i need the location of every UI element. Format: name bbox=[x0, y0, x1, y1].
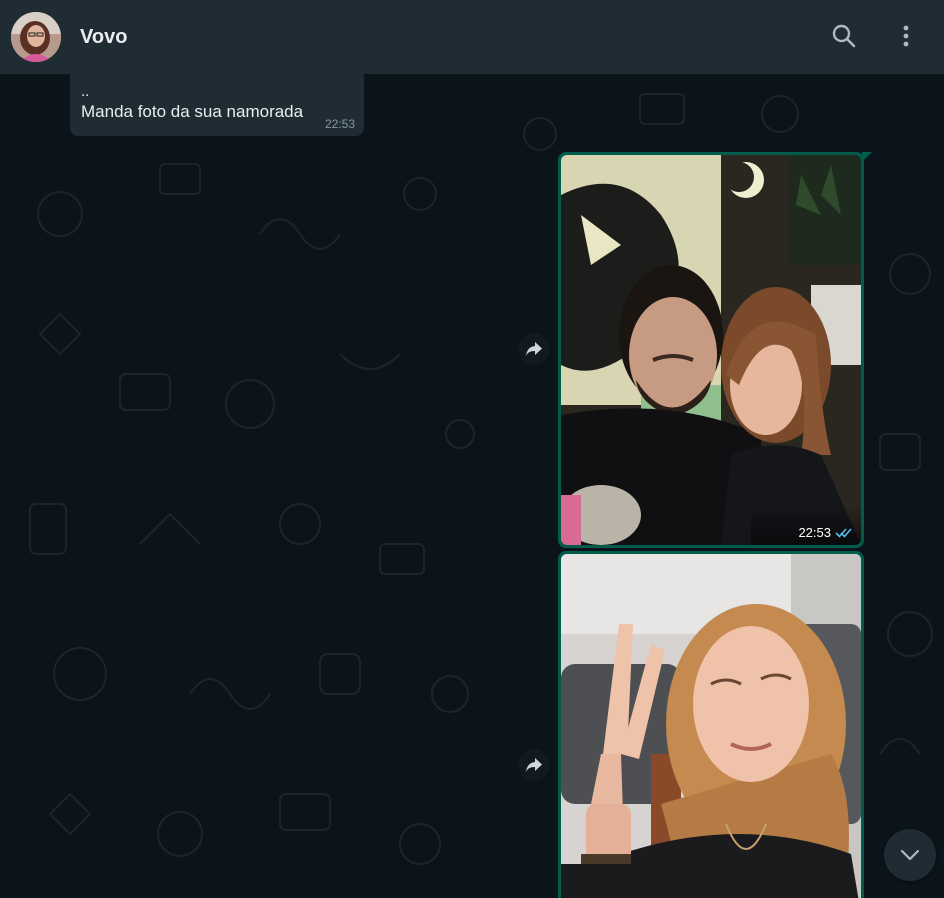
double-check-icon bbox=[835, 528, 852, 538]
chevron-down-icon bbox=[900, 849, 920, 861]
message-text: Manda foto da sua namorada bbox=[81, 102, 304, 121]
forward-icon bbox=[526, 758, 542, 772]
more-vertical-icon bbox=[903, 25, 909, 47]
image-thumbnail[interactable]: 22:53 bbox=[561, 155, 861, 545]
search-icon bbox=[832, 24, 856, 48]
forward-button[interactable] bbox=[518, 333, 550, 365]
photo-selfie bbox=[561, 554, 861, 898]
outgoing-image-message[interactable] bbox=[558, 551, 864, 898]
message-list[interactable]: .. Manda foto da sua namorada 22:53 22:5… bbox=[0, 74, 944, 898]
avatar-image bbox=[11, 12, 61, 62]
contact-name[interactable]: Vovo bbox=[80, 25, 127, 49]
incoming-message[interactable]: .. Manda foto da sua namorada 22:53 bbox=[70, 74, 364, 136]
forward-icon bbox=[526, 342, 542, 356]
contact-avatar[interactable] bbox=[11, 12, 61, 62]
message-time: 22:53 bbox=[324, 117, 355, 131]
chat-header: Vovo bbox=[0, 0, 944, 74]
menu-button[interactable] bbox=[891, 21, 921, 51]
scroll-to-bottom-button[interactable] bbox=[884, 829, 936, 881]
forward-button[interactable] bbox=[518, 749, 550, 781]
image-thumbnail[interactable] bbox=[561, 554, 861, 898]
outgoing-image-message[interactable]: 22:53 bbox=[558, 152, 864, 548]
message-line: .. bbox=[81, 83, 90, 100]
message-time: 22:53 bbox=[798, 525, 831, 540]
chat-window: Vovo .. Manda foto da sua namorada 22:53… bbox=[0, 0, 944, 898]
search-button[interactable] bbox=[829, 21, 859, 51]
photo-couple bbox=[561, 155, 861, 545]
image-meta: 22:53 bbox=[798, 525, 853, 540]
